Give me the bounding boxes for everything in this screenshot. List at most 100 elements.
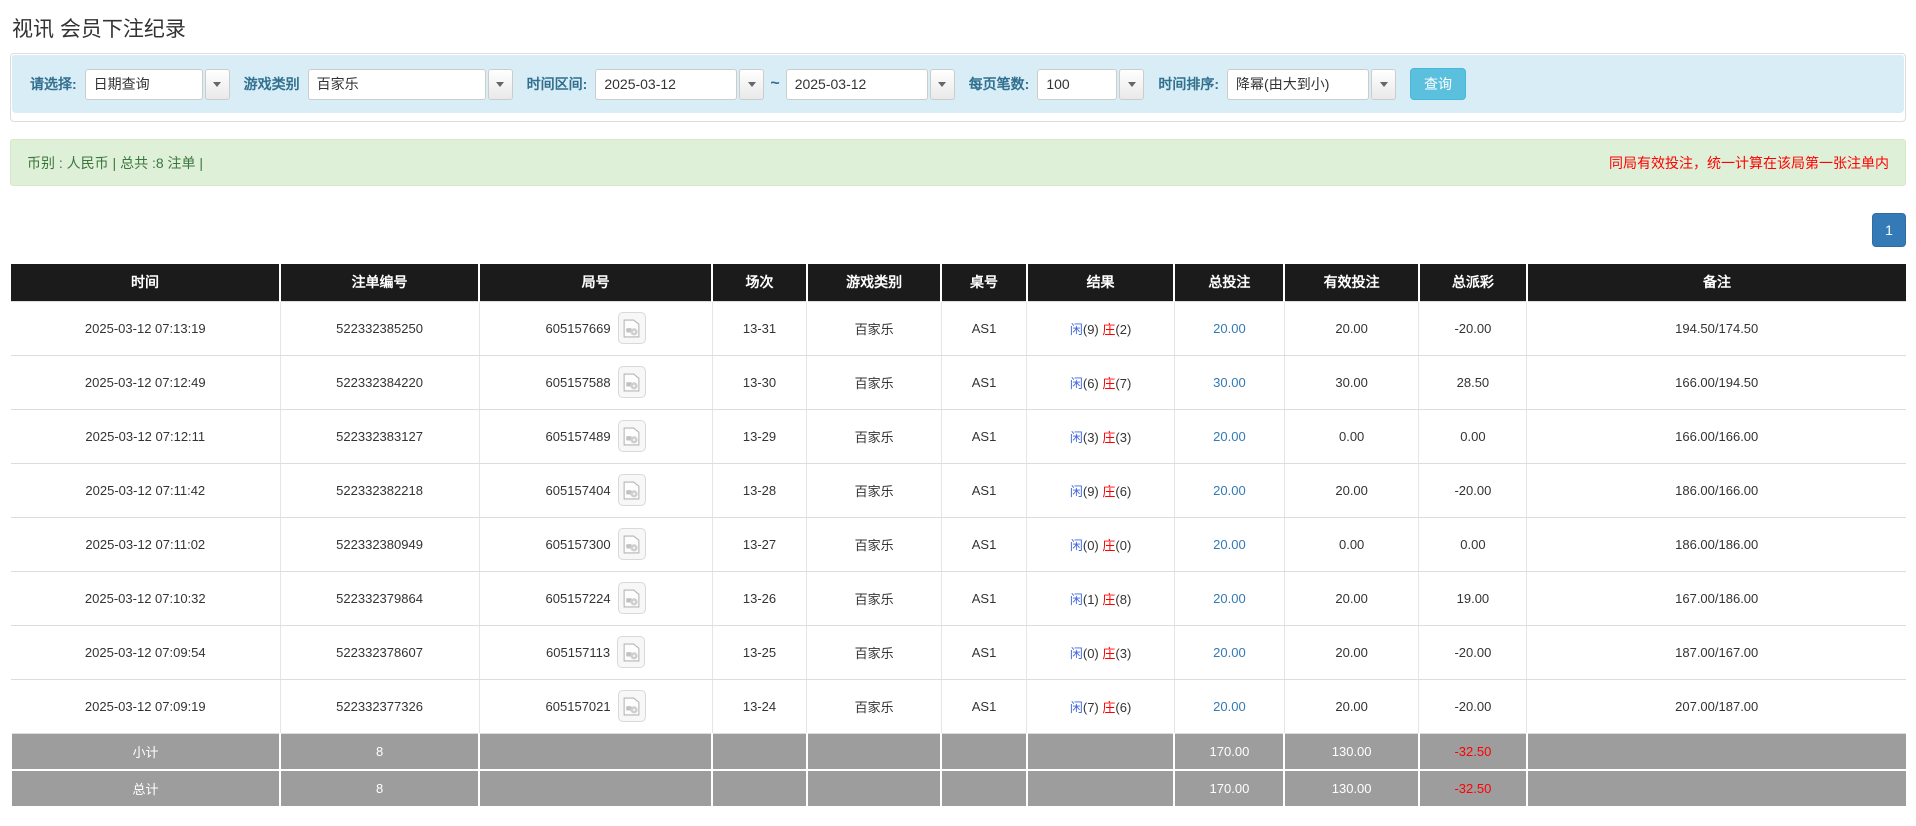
film-file-icon <box>623 427 640 445</box>
total-bet-link[interactable]: 20.00 <box>1213 429 1246 444</box>
page-root: 视讯 会员下注纪录 请选择: 日期查询 游戏类别 百家乐 时间区间: 2025-… <box>0 0 1916 826</box>
result-player-label: 闲 <box>1069 375 1083 391</box>
cell-time: 2025-03-12 07:10:32 <box>11 571 281 626</box>
search-button[interactable]: 查询 <box>1410 68 1467 100</box>
film-file-icon <box>623 589 640 607</box>
table-row: 2025-03-12 07:10:32 522332379864 6051572… <box>11 571 1906 626</box>
chevron-down-icon <box>1379 81 1388 87</box>
cell-valid-bet: 20.00 <box>1284 463 1420 518</box>
time-sort-value[interactable]: 降幂(由大到小) <box>1227 68 1370 100</box>
pagination-top: 1 <box>10 213 1906 247</box>
result-player-score: (9) <box>1082 483 1099 499</box>
cell-game-type: 百家乐 <box>806 463 942 518</box>
cell-remark: 187.00/167.00 <box>1526 625 1906 680</box>
result-banker-score: (8) <box>1115 591 1132 607</box>
video-replay-button[interactable] <box>617 474 646 506</box>
cell-table-no: AS1 <box>941 625 1028 680</box>
result-banker-score: (3) <box>1115 429 1132 445</box>
result-banker-label: 庄 <box>1102 537 1116 553</box>
cell-bet-id: 522332382218 <box>280 463 480 518</box>
cell-total-bet: 20.00 <box>1174 409 1285 464</box>
date-to-field[interactable]: 2025-03-12 <box>785 68 928 100</box>
page-1-button[interactable]: 1 <box>1872 213 1906 247</box>
result-banker-score: (6) <box>1115 699 1132 715</box>
total-bet-link[interactable]: 30.00 <box>1213 375 1246 390</box>
result-player-score: (1) <box>1082 591 1099 607</box>
cell-session: 13-31 <box>712 300 808 356</box>
date-from-dropdown-button[interactable] <box>739 68 765 100</box>
chevron-down-icon <box>213 81 222 87</box>
cell-game-type: 百家乐 <box>806 355 942 410</box>
cell-round-id: 605157224 <box>479 571 713 626</box>
cell-bet-id: 522332378607 <box>280 625 480 680</box>
cell-remark: 186.00/166.00 <box>1526 463 1906 518</box>
page-size-dropdown-button[interactable] <box>1119 68 1145 100</box>
result-player-label: 闲 <box>1069 429 1083 445</box>
result-banker-score: (6) <box>1115 483 1132 499</box>
result-banker-score: (3) <box>1115 645 1132 661</box>
time-sort-dropdown-button[interactable] <box>1371 68 1397 100</box>
filter-panel: 请选择: 日期查询 游戏类别 百家乐 时间区间: 2025-03-12 ~ 20… <box>10 53 1906 122</box>
cell-total-bet: 20.00 <box>1174 463 1285 518</box>
cell-payout: 0.00 <box>1418 517 1528 572</box>
filter-bar: 请选择: 日期查询 游戏类别 百家乐 时间区间: 2025-03-12 ~ 20… <box>12 55 1904 113</box>
cell-table-no: AS1 <box>941 571 1028 626</box>
cell-total-bet: 20.00 <box>1174 517 1285 572</box>
round-id-value: 605157021 <box>545 698 611 714</box>
film-file-icon <box>623 319 640 337</box>
game-type-dropdown-button[interactable] <box>487 68 513 100</box>
total-bet-link[interactable]: 20.00 <box>1213 645 1246 660</box>
video-replay-button[interactable] <box>617 582 646 614</box>
cell-session: 13-26 <box>712 571 808 626</box>
result-banker-score: (0) <box>1115 537 1132 553</box>
result-banker-label: 庄 <box>1102 591 1116 607</box>
cell-total-bet: 30.00 <box>1174 355 1285 410</box>
game-type-value[interactable]: 百家乐 <box>307 68 486 100</box>
cell-remark: 167.00/186.00 <box>1526 571 1906 626</box>
select-type-label: 请选择: <box>30 76 77 92</box>
video-replay-button[interactable] <box>617 420 646 452</box>
header-payout: 总派彩 <box>1418 264 1528 301</box>
video-replay-button[interactable] <box>617 312 646 344</box>
cell-round-id: 605157588 <box>479 355 713 410</box>
header-bet-id: 注单编号 <box>280 264 481 301</box>
total-bet-link[interactable]: 20.00 <box>1213 591 1246 606</box>
date-to-dropdown-button[interactable] <box>929 68 955 100</box>
chevron-down-icon <box>496 81 505 87</box>
total-bet-link[interactable]: 20.00 <box>1213 699 1246 714</box>
cell-valid-bet: 20.00 <box>1284 300 1420 356</box>
result-banker-label: 庄 <box>1102 321 1116 337</box>
cell-result: 闲(9) 庄(2) <box>1026 300 1175 356</box>
grand-total-total-bet: 170.00 <box>1173 769 1286 808</box>
cell-time: 2025-03-12 07:12:49 <box>11 355 281 410</box>
cell-total-bet: 20.00 <box>1174 571 1285 626</box>
cell-remark: 166.00/194.50 <box>1526 355 1906 410</box>
cell-bet-id: 522332383127 <box>280 409 480 464</box>
game-type-label: 游戏类别 <box>243 76 300 92</box>
game-type-combobox: 百家乐 <box>307 68 513 100</box>
video-replay-button[interactable] <box>617 528 646 560</box>
video-replay-button[interactable] <box>617 636 646 668</box>
total-bet-link[interactable]: 20.00 <box>1213 537 1246 552</box>
select-type-dropdown-button[interactable] <box>204 68 230 100</box>
cell-valid-bet: 20.00 <box>1284 625 1420 680</box>
select-type-value[interactable]: 日期查询 <box>84 68 203 100</box>
cell-result: 闲(6) 庄(7) <box>1026 355 1175 410</box>
round-id-value: 605157113 <box>546 644 611 660</box>
page-size-value[interactable]: 100 <box>1037 68 1118 100</box>
page-size-label: 每页笔数: <box>968 76 1030 92</box>
currency-summary-text: 币别 : 人民币 | 总共 :8 注单 | <box>27 154 204 171</box>
chevron-down-icon <box>747 81 756 87</box>
cell-session: 13-29 <box>712 409 808 464</box>
cell-remark: 166.00/166.00 <box>1526 409 1906 464</box>
date-from-field[interactable]: 2025-03-12 <box>595 68 738 100</box>
video-replay-button[interactable] <box>617 366 646 398</box>
cell-round-id: 605157404 <box>479 463 713 518</box>
cell-round-id: 605157669 <box>479 300 713 356</box>
total-bet-link[interactable]: 20.00 <box>1213 483 1246 498</box>
subtotal-count: 8 <box>279 732 481 771</box>
header-table-no: 桌号 <box>941 264 1028 301</box>
video-replay-button[interactable] <box>617 690 646 722</box>
cell-session: 13-27 <box>712 517 808 572</box>
total-bet-link[interactable]: 20.00 <box>1213 321 1246 336</box>
